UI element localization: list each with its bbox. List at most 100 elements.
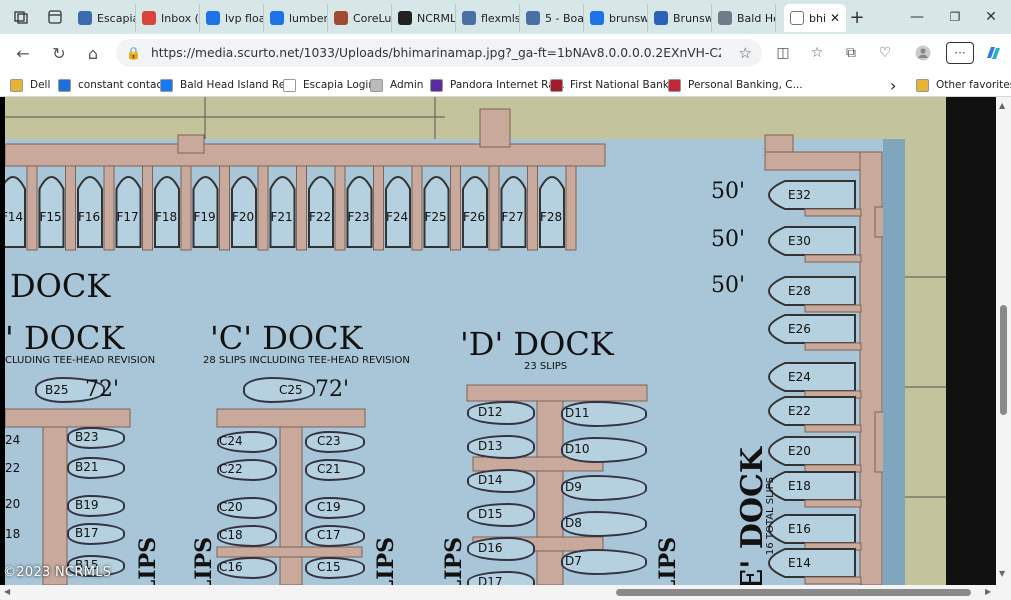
tab-actions-icon[interactable] <box>44 6 66 28</box>
scroll-down-icon[interactable]: ▼ <box>999 569 1005 578</box>
favorite-5[interactable]: Pandora Internet Ra... <box>430 76 565 94</box>
tab-favicon-icon <box>462 11 476 25</box>
horizontal-scrollbar[interactable]: ◀ ▶ <box>0 585 1011 600</box>
restore-icon[interactable]: ❐ <box>944 6 966 28</box>
favorite-label: Pandora Internet Ra... <box>450 79 565 91</box>
lock-icon[interactable]: 🔒 <box>126 46 141 60</box>
tab-3[interactable]: lumber <box>264 4 328 32</box>
back-icon[interactable]: ← <box>12 42 34 64</box>
settings-more-icon[interactable]: ··· <box>946 42 974 64</box>
b25-label: B25 <box>45 383 69 397</box>
tab-label: NCRMLS <box>417 11 456 25</box>
tab-8[interactable]: brunswi <box>584 4 648 32</box>
tab-favicon-icon <box>142 11 156 25</box>
favorite-7[interactable]: Personal Banking, C... <box>668 76 803 94</box>
minimize-icon[interactable]: — <box>906 6 928 28</box>
tab-bar: Escapia Inbox (5 lvp float lumber CoreLux NCR… <box>0 0 1011 34</box>
browser-essentials-icon[interactable]: ♡ <box>874 42 896 64</box>
tab-9[interactable]: Brunswi <box>648 4 712 32</box>
vertical-scroll-thumb[interactable] <box>1000 305 1007 415</box>
close-window-icon[interactable]: ✕ <box>980 6 1002 28</box>
tab-4[interactable]: CoreLux <box>328 4 392 32</box>
tab-favicon-icon <box>78 11 92 25</box>
boat-outline <box>768 362 856 392</box>
tab-label: 5 - Boat <box>545 11 584 25</box>
favorite-6[interactable]: First National Bank... <box>550 76 679 94</box>
favorite-4[interactable]: Admin <box>370 76 423 94</box>
folder-icon <box>916 78 929 92</box>
scroll-up-icon[interactable]: ▲ <box>999 101 1005 110</box>
b-dock-subtitle: CLUDING TEE-HEAD REVISION <box>5 355 156 366</box>
scroll-right-icon[interactable]: ▶ <box>985 587 991 596</box>
boat-outline <box>768 276 856 306</box>
f-slip-label: F21 <box>270 210 293 224</box>
b-slip-label: 22 <box>5 461 21 475</box>
boat-outline <box>768 226 856 256</box>
e-dock-subtitle: 16 TOTAL SLIPS <box>765 477 776 556</box>
f-slip-label: F14 <box>5 210 24 224</box>
favicon-icon <box>160 78 173 92</box>
b-slip-label: B21 <box>75 460 99 474</box>
e-slip-label: E30 <box>788 234 811 248</box>
tab-11[interactable]: bhi ✕ <box>784 4 846 32</box>
profile-icon[interactable] <box>912 42 934 64</box>
tab-label: Bald He <box>737 11 776 25</box>
tab-0[interactable]: Escapia <box>72 4 136 32</box>
url-text[interactable]: https://media.scurto.net/1033/Uploads/bh… <box>151 46 721 60</box>
f-slip-label: F26 <box>463 210 486 224</box>
tab-10[interactable]: Bald He <box>712 4 776 32</box>
b25-length: 72' <box>85 377 120 402</box>
e28-length: 50' <box>711 273 746 298</box>
favicon-icon <box>370 78 383 92</box>
finger-pier <box>450 165 461 251</box>
workspaces-icon[interactable] <box>10 6 32 28</box>
address-toolbar: ← ↻ ⌂ 🔒 https://media.scurto.net/1033/Up… <box>0 34 1011 72</box>
finger-pier <box>103 165 115 251</box>
favorite-star-icon[interactable]: ☆ <box>739 44 752 62</box>
scroll-left-icon[interactable]: ◀ <box>4 587 10 596</box>
finger-pier <box>527 165 538 251</box>
finger-pier <box>804 424 862 433</box>
address-bar[interactable]: 🔒 https://media.scurto.net/1033/Uploads/… <box>116 39 762 67</box>
new-tab-icon[interactable]: + <box>846 6 868 28</box>
boat-outline <box>768 436 856 466</box>
tab-label: lumber <box>289 11 328 25</box>
tab-1[interactable]: Inbox (5 <box>136 4 200 32</box>
d-slip-label: D11 <box>565 406 590 420</box>
c-slip-label: C22 <box>219 462 243 476</box>
collections-icon[interactable]: ⧉ <box>840 42 862 64</box>
split-screen-icon[interactable]: ◫ <box>772 42 794 64</box>
boat-outline <box>768 548 856 578</box>
tab-2[interactable]: lvp float <box>200 4 264 32</box>
favorite-8[interactable]: Other favorites <box>916 76 1011 94</box>
favorites-overflow-icon[interactable]: › <box>890 76 896 95</box>
copilot-icon[interactable] <box>982 42 1004 64</box>
finger-pier <box>804 499 862 508</box>
vertical-scrollbar[interactable]: ▲ ▼ <box>996 97 1011 585</box>
slips-vertical-1: SLIPS <box>135 537 161 585</box>
favorite-3[interactable]: Escapia Login <box>283 76 375 94</box>
refresh-icon[interactable]: ↻ <box>48 42 70 64</box>
boat-outline <box>768 514 856 544</box>
d-slip-label: D10 <box>565 442 590 456</box>
b-slip-label: B17 <box>75 526 99 540</box>
tab-label: lvp float <box>225 11 263 25</box>
home-icon[interactable]: ⌂ <box>82 42 104 64</box>
favorite-0[interactable]: Dell <box>10 76 50 94</box>
tab-favicon-icon <box>270 11 284 25</box>
tab-6[interactable]: flexmls <box>456 4 520 32</box>
f-slip-label: F28 <box>540 210 563 224</box>
horizontal-scroll-thumb[interactable] <box>616 589 971 596</box>
tab-5[interactable]: NCRMLS <box>392 4 456 32</box>
finger-pier <box>411 165 423 251</box>
f-slip-label: F15 <box>39 210 62 224</box>
tab-favicon-icon <box>654 11 668 25</box>
close-tab-icon[interactable]: ✕ <box>830 11 840 25</box>
favorite-2[interactable]: Bald Head Island Re... <box>160 76 295 94</box>
f-slip-label: F27 <box>501 210 524 224</box>
tab-7[interactable]: 5 - Boat <box>520 4 584 32</box>
favicon-icon <box>430 78 443 92</box>
favorite-1[interactable]: constant contact <box>58 76 166 94</box>
slips-vertical-2: SLIPS <box>191 537 217 585</box>
favorites-icon[interactable]: ☆ <box>806 42 828 64</box>
